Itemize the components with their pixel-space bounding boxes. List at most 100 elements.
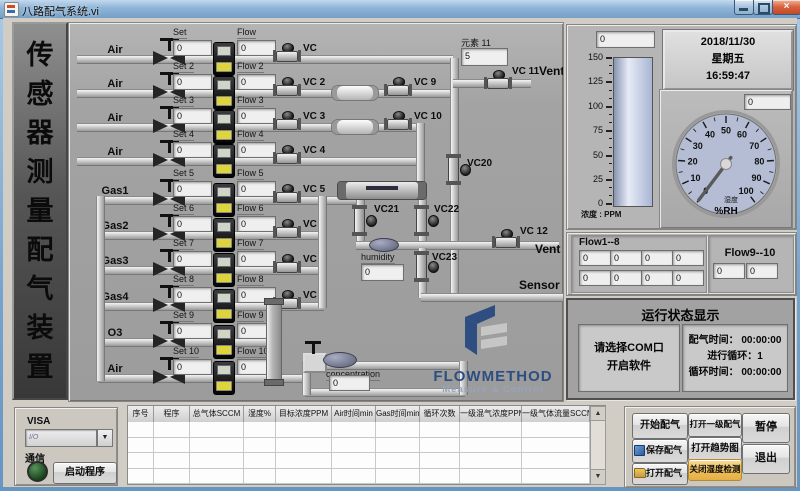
table-cell[interactable] [332, 422, 376, 438]
vc-valve-icon[interactable] [274, 77, 300, 97]
set-input[interactable]: 0 [173, 359, 212, 375]
close-button[interactable]: × [772, 0, 800, 15]
table-cell[interactable] [420, 469, 460, 485]
table-cell[interactable] [376, 422, 420, 438]
valve-body [354, 206, 365, 235]
table-cell[interactable] [244, 453, 276, 469]
mass-flow-controller-icon [213, 183, 235, 217]
exit-button[interactable]: 退出 [742, 444, 790, 474]
maximize-button[interactable] [753, 0, 773, 15]
table-cell[interactable] [154, 422, 190, 438]
table-cell[interactable] [522, 453, 590, 469]
start-program-button[interactable]: 启动程序 [53, 462, 117, 484]
table-cell[interactable] [128, 438, 154, 454]
element11-input[interactable]: 5 [461, 48, 508, 66]
table-cell[interactable] [420, 453, 460, 469]
flow-indicator: 0 [237, 40, 276, 56]
vc11-valve-icon[interactable] [485, 70, 511, 90]
vc-valve-icon[interactable] [274, 145, 300, 165]
table-cell[interactable] [190, 469, 244, 485]
vc-valve-icon[interactable] [274, 43, 300, 63]
mfc-screen [217, 293, 231, 303]
set-input[interactable]: 0 [173, 142, 212, 158]
valve-body [276, 227, 298, 238]
open-trend-button[interactable]: 打开趋势图 [688, 437, 742, 461]
flow1-8-indicator: 0 [610, 250, 642, 266]
valve-left [153, 192, 168, 206]
valve-stem [168, 288, 171, 298]
table-cell[interactable] [276, 438, 332, 454]
vc12-valve-icon[interactable] [493, 229, 519, 249]
table-cell[interactable] [128, 469, 154, 485]
set-input[interactable]: 0 [173, 216, 212, 232]
table-cell[interactable] [154, 469, 190, 485]
pause-button[interactable]: 暂停 [742, 413, 790, 443]
table-cell[interactable] [376, 438, 420, 454]
table-cell[interactable] [128, 453, 154, 469]
table-cell[interactable] [190, 453, 244, 469]
valve-left [153, 119, 168, 133]
table-header-cell: Air时间min [332, 406, 376, 423]
table-cell[interactable] [420, 422, 460, 438]
humidity-detect-toggle-button[interactable]: 关闭湿度检测 [688, 459, 742, 481]
set-input[interactable]: 0 [173, 40, 212, 56]
table-cell[interactable] [190, 422, 244, 438]
open-primary-gas-button[interactable]: 打开一级配气 [688, 413, 742, 437]
flow9-10-indicator: 0 [713, 263, 745, 279]
mass-flow-controller-icon [213, 110, 235, 144]
valve-body [276, 262, 298, 273]
table-cell[interactable] [244, 422, 276, 438]
vc-valve-icon[interactable] [274, 219, 300, 239]
table-cell[interactable] [460, 438, 522, 454]
vc-valve-icon[interactable] [274, 111, 300, 131]
set-input[interactable]: 0 [173, 251, 212, 267]
table-cell[interactable] [190, 438, 244, 454]
table-cell[interactable] [276, 453, 332, 469]
minimize-button[interactable] [734, 0, 754, 15]
vc-valve-icon[interactable] [385, 77, 411, 97]
table-cell[interactable] [332, 453, 376, 469]
table-cell[interactable] [376, 453, 420, 469]
valve-body [387, 85, 409, 96]
table-cell[interactable] [244, 469, 276, 485]
valve-stem [168, 217, 171, 227]
table-cell[interactable] [460, 422, 522, 438]
table-cell[interactable] [460, 469, 522, 485]
table-cell[interactable] [276, 469, 332, 485]
set-input[interactable]: 0 [173, 323, 212, 339]
table-header-cell: 序号 [128, 406, 154, 423]
table-cell[interactable] [128, 422, 154, 438]
table-cell[interactable] [522, 422, 590, 438]
clock-display: 2018/11/30 星期五 16:59:47 [663, 30, 793, 90]
vc-valve-icon[interactable] [274, 254, 300, 274]
vent-top-label: Vent [539, 64, 564, 78]
vc21-valve-icon[interactable] [350, 205, 376, 235]
table-cell[interactable] [420, 438, 460, 454]
app-icon [4, 2, 19, 17]
vc-valve-label: VC [303, 43, 317, 54]
table-cell[interactable] [276, 422, 332, 438]
table-cell[interactable] [154, 438, 190, 454]
table-cell[interactable] [460, 453, 522, 469]
table-cell[interactable] [154, 453, 190, 469]
vc-valve-icon[interactable] [274, 184, 300, 204]
meter-tick [606, 155, 612, 157]
visa-resource-combo[interactable]: I/O [25, 429, 97, 447]
table-scrollbar-track[interactable] [590, 420, 606, 471]
table-cell[interactable] [332, 469, 376, 485]
visa-dropdown-button[interactable]: ▼ [97, 429, 113, 447]
table-cell[interactable] [522, 438, 590, 454]
set-input[interactable]: 0 [173, 181, 212, 197]
status-cycle-count: 进行循环：1 [683, 349, 787, 365]
table-cell[interactable] [332, 438, 376, 454]
vc21-label: VC21 [374, 204, 399, 215]
set-input[interactable]: 0 [173, 74, 212, 90]
set-input[interactable]: 0 [173, 287, 212, 303]
vc-valve-icon[interactable] [385, 111, 411, 131]
set-input[interactable]: 0 [173, 108, 212, 124]
table-cell[interactable] [244, 438, 276, 454]
table-cell[interactable] [522, 469, 590, 485]
table-cell[interactable] [376, 469, 420, 485]
table-scroll-down-button[interactable]: ▼ [590, 469, 606, 485]
start-gas-button[interactable]: 开始配气 [632, 413, 688, 439]
